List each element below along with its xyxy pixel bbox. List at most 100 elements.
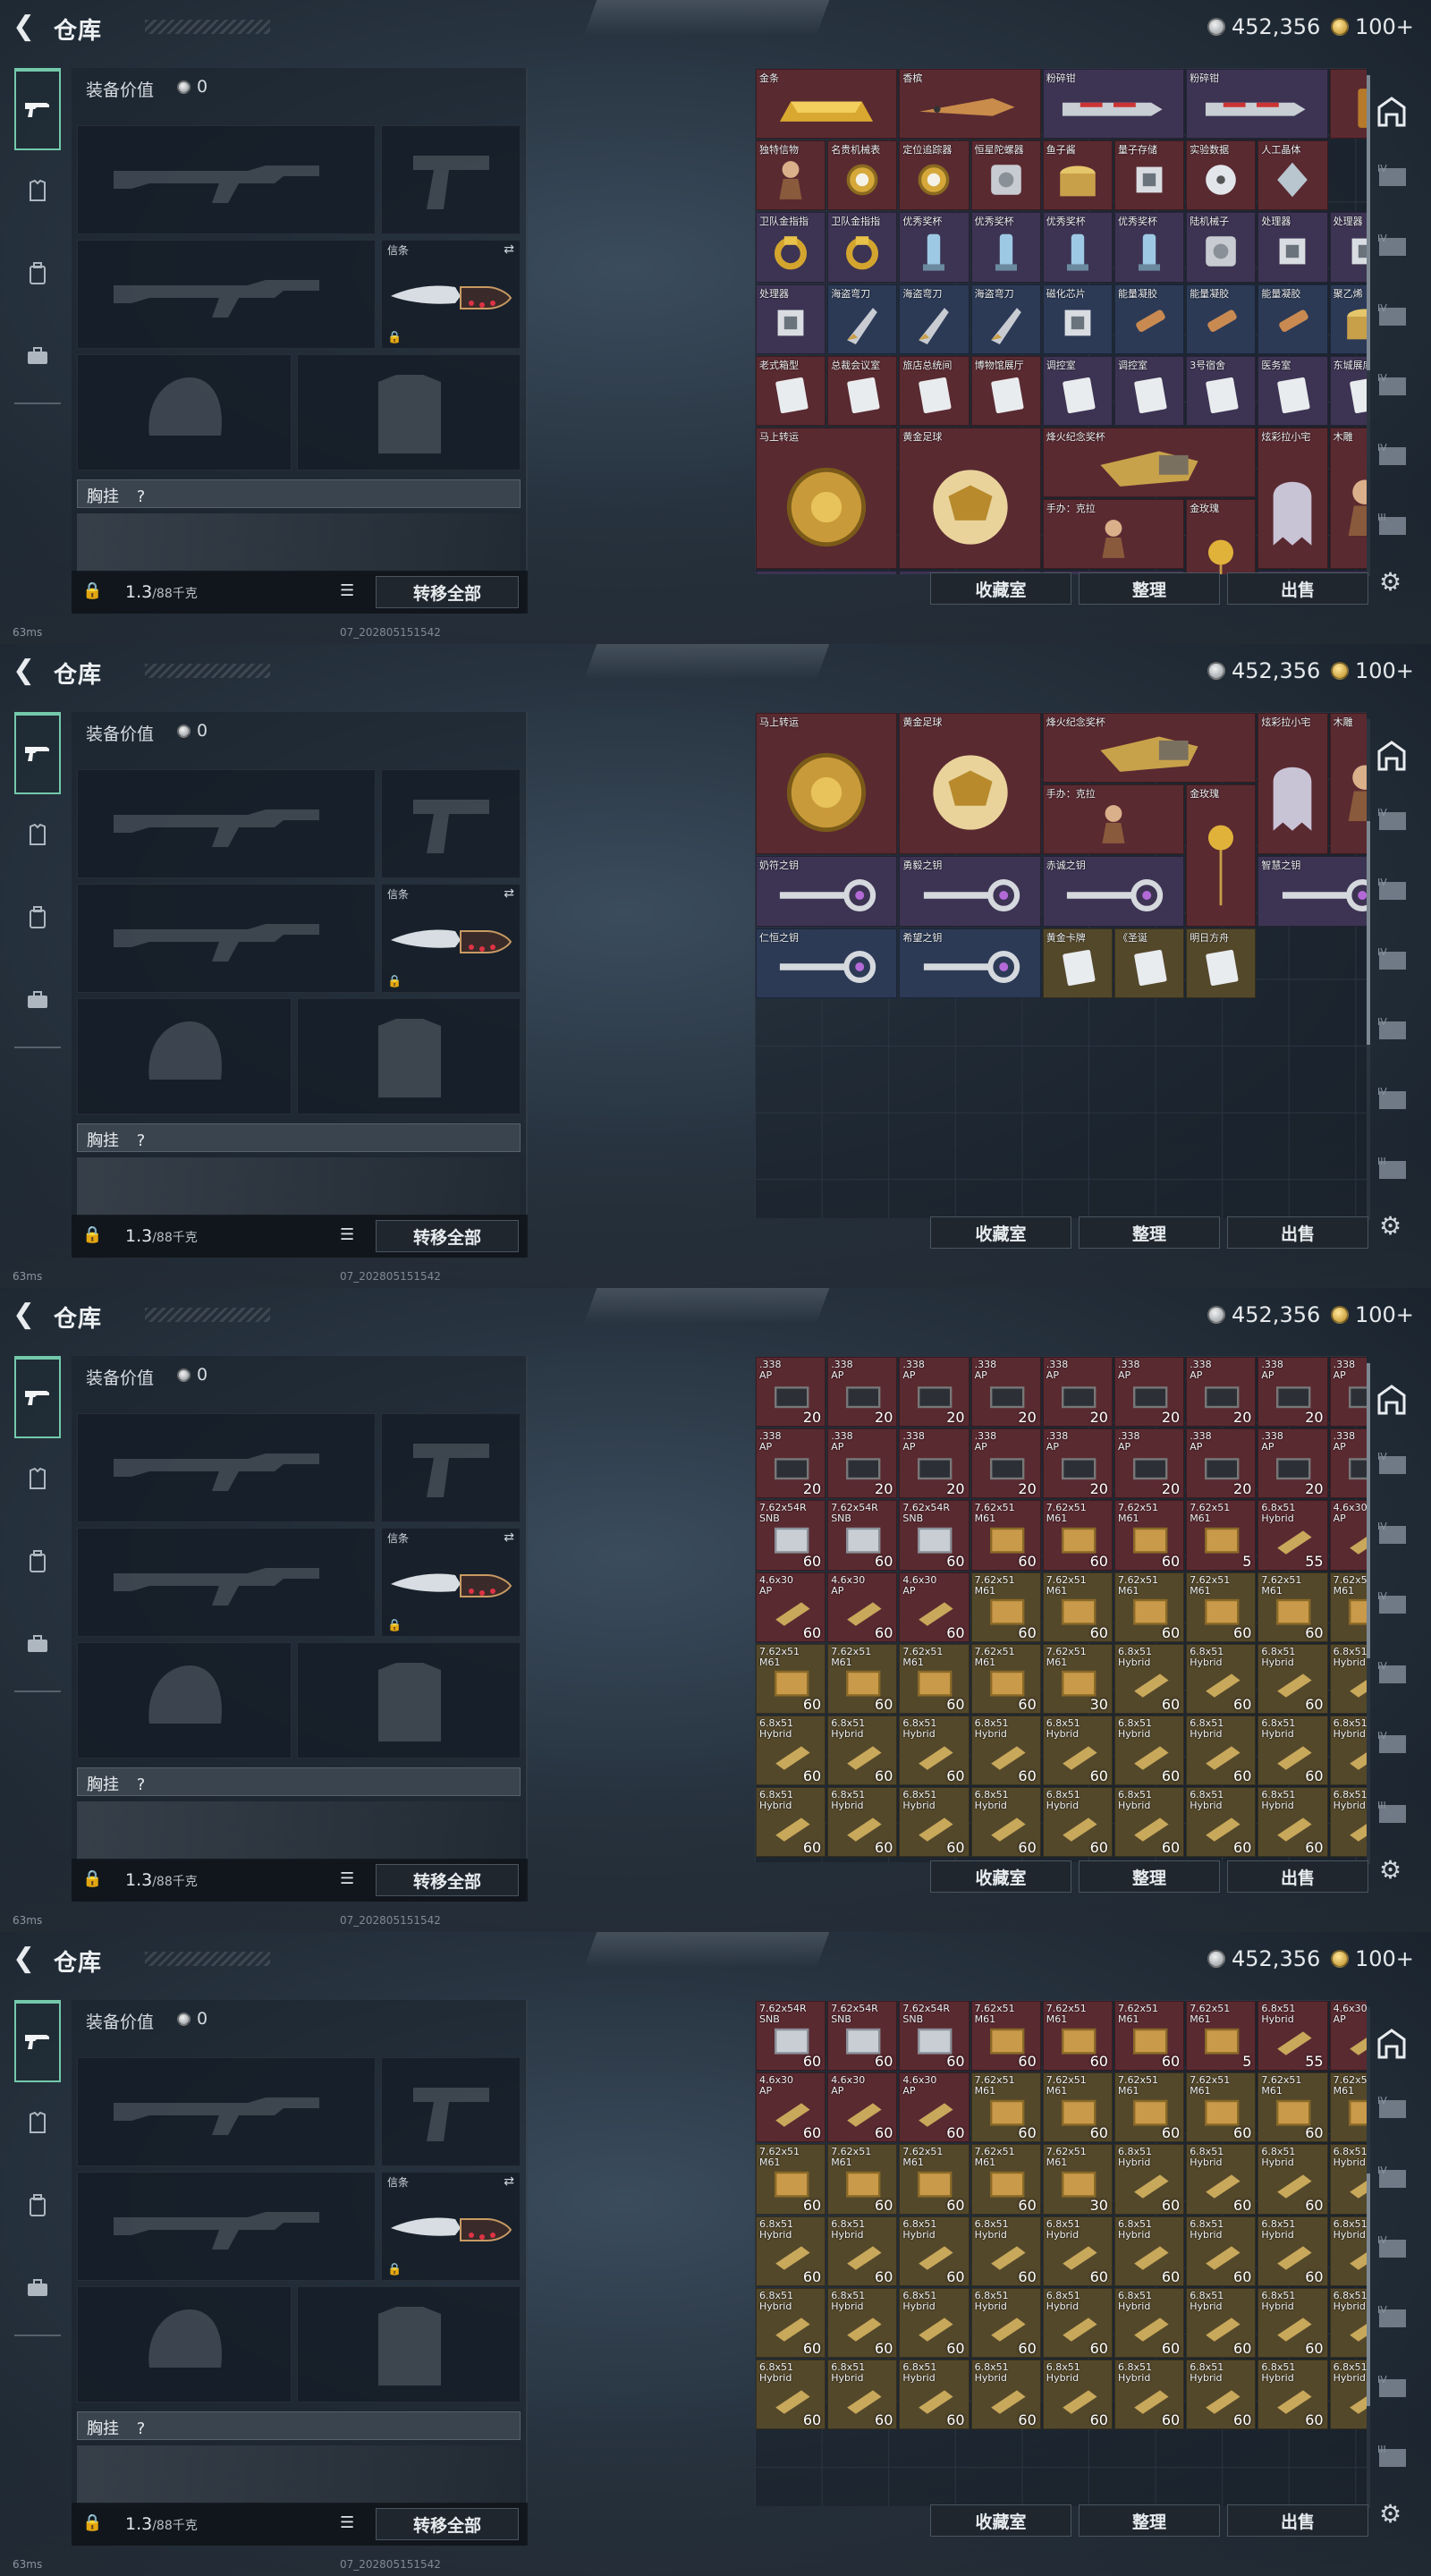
list-icon[interactable]: ☰: [340, 581, 354, 600]
ammo-stack[interactable]: 4.6x30AP60: [899, 1572, 970, 1642]
armor-slot[interactable]: [297, 354, 521, 470]
briefcase-icon[interactable]: [14, 1603, 61, 1685]
stash-item[interactable]: 海盗弯刀: [899, 284, 970, 354]
stash-item[interactable]: 能量凝胶: [1114, 284, 1185, 354]
backpack-icon[interactable]: [14, 233, 61, 315]
ammo-stack[interactable]: 6.8x51Hybrid60: [756, 2360, 826, 2430]
ammo-stack[interactable]: .338AP20: [1114, 1357, 1185, 1428]
ammo-stack[interactable]: 6.8x51Hybrid60: [1114, 1716, 1185, 1786]
ammo-stack[interactable]: 6.8x51Hybrid60: [899, 1787, 970, 1858]
ammo-stack[interactable]: 6.8x51Hybrid60: [1114, 1643, 1185, 1714]
stash-page-5-icon[interactable]: IV: [1374, 442, 1417, 487]
stash-item[interactable]: 烽火纪念奖杯: [1042, 713, 1257, 784]
ammo-stack[interactable]: 7.62x51M6160: [827, 1643, 898, 1714]
stash-item[interactable]: 医务室: [1257, 355, 1328, 426]
ammo-stack[interactable]: 6.8x51Hybrid60: [1114, 2287, 1185, 2358]
stash-page-6-icon[interactable]: III: [1374, 1156, 1417, 1200]
ammo-stack[interactable]: 6.8x51Hybrid60: [1257, 2216, 1328, 2286]
lock-icon[interactable]: 🔒: [82, 1869, 102, 1888]
ammo-stack[interactable]: 6.8x51Hybrid60: [827, 2360, 898, 2430]
armor-slot[interactable]: [297, 998, 521, 1114]
ammo-stack[interactable]: 4.6x30AP60: [1329, 2001, 1367, 2072]
ammo-stack[interactable]: 6.8x51Hybrid60: [970, 2360, 1041, 2430]
sort-button[interactable]: 整理: [1079, 572, 1220, 605]
stash-page-6-icon[interactable]: III: [1374, 2444, 1417, 2488]
ammo-stack[interactable]: .338AP20: [756, 1357, 826, 1428]
briefcase-icon[interactable]: [14, 315, 61, 397]
chevron-left-icon[interactable]: ❮: [13, 13, 39, 41]
secondary-weapon-slot[interactable]: [77, 2172, 376, 2281]
stash-item[interactable]: 赤诚之钥: [1042, 856, 1185, 927]
ammo-stack[interactable]: 6.8x51Hybrid60: [1186, 1643, 1257, 1714]
ammo-stack[interactable]: 6.8x51Hybrid60: [970, 2287, 1041, 2358]
backpack-icon[interactable]: [14, 2165, 61, 2247]
armor-slot[interactable]: [297, 2286, 521, 2402]
scroll-thumb[interactable]: [1367, 821, 1370, 1045]
scroll-thumb[interactable]: [1367, 2174, 1370, 2406]
chest-rig-bar[interactable]: 胸挂 ?: [77, 1123, 521, 1152]
list-icon[interactable]: ☰: [340, 2513, 354, 2532]
chest-rig-slots[interactable]: [77, 1157, 521, 1216]
sidearm-slot[interactable]: [381, 2057, 521, 2166]
transfer-all-button[interactable]: 转移全部: [376, 2508, 519, 2540]
sort-button[interactable]: 整理: [1079, 2504, 1220, 2537]
gold-currency[interactable]: 100+: [1331, 1302, 1414, 1327]
stash-item[interactable]: 烽火纪念奖杯: [1042, 428, 1257, 498]
ammo-stack[interactable]: 6.8x51Hybrid60: [1329, 1787, 1367, 1858]
ammo-stack[interactable]: 7.62x51 M61 30: [1042, 2144, 1113, 2215]
stash-item[interactable]: 黄金足球: [899, 428, 1041, 570]
ammo-stack[interactable]: .338AP20: [1329, 1357, 1367, 1428]
stash-item[interactable]: 香槟: [899, 69, 1041, 140]
stash-page-2-icon[interactable]: IV: [1374, 877, 1417, 921]
ammo-stack[interactable]: 7.62x51M6160: [899, 1643, 970, 1714]
ammo-stack[interactable]: 6.8x51Hybrid60: [970, 1787, 1041, 1858]
ammo-stack[interactable]: 6.8x51Hybrid60: [1114, 1787, 1185, 1858]
ammo-stack[interactable]: 7.62x54R SNB 60: [827, 2001, 898, 2072]
stash-scrollbar[interactable]: [1367, 1363, 1370, 1864]
stash-item[interactable]: 东城展库: [1329, 355, 1367, 426]
ammo-stack[interactable]: 7.62x51M6160: [1042, 1572, 1113, 1642]
stash-item[interactable]: 处理器: [1257, 212, 1328, 283]
lock-icon[interactable]: 🔒: [82, 2513, 102, 2532]
chest-rig-help[interactable]: ?: [137, 487, 146, 506]
stash-item[interactable]: 勇毅之钥: [899, 856, 1041, 927]
ammo-stack[interactable]: 6.8x51 Hybrid 55: [1257, 1500, 1328, 1571]
scroll-thumb[interactable]: [1367, 75, 1370, 370]
ammo-stack[interactable]: .338AP20: [827, 1428, 898, 1499]
stash-page-3-icon[interactable]: IV: [1374, 2234, 1417, 2279]
ammo-stack[interactable]: 6.8x51Hybrid60: [1257, 1643, 1328, 1714]
collection-tab-icon[interactable]: [1374, 93, 1417, 138]
stash-scrollbar[interactable]: [1367, 719, 1370, 1220]
ammo-stack[interactable]: 6.8x51Hybrid60: [1329, 1643, 1367, 1714]
swap-icon[interactable]: ⇄: [504, 886, 514, 901]
ammo-stack[interactable]: 6.8x51Hybrid60: [827, 1716, 898, 1786]
stash-item[interactable]: 手办：克拉: [1042, 784, 1185, 855]
ammo-stack[interactable]: .338AP20: [756, 1428, 826, 1499]
stash-item[interactable]: 奶符之钥: [756, 856, 898, 927]
melee-slot[interactable]: 信条 ⇄ 🔒: [381, 1528, 521, 1637]
armor-icon[interactable]: [14, 150, 61, 233]
stash-page-2-icon[interactable]: IV: [1374, 1521, 1417, 1565]
list-icon[interactable]: ☰: [340, 1869, 354, 1888]
ammo-stack[interactable]: 7.62x51M6160: [756, 1643, 826, 1714]
ammo-stack[interactable]: 7.62x51M6160: [1042, 2072, 1113, 2143]
ammo-stack[interactable]: .338AP20: [827, 1357, 898, 1428]
backpack-icon[interactable]: [14, 1521, 61, 1603]
transfer-all-button[interactable]: 转移全部: [376, 576, 519, 608]
stash-item[interactable]: 卫队金指指: [827, 212, 898, 283]
stash-item[interactable]: 优秀奖杯: [1042, 212, 1113, 283]
ammo-stack[interactable]: 6.8x51Hybrid60: [1329, 2287, 1367, 2358]
ammo-stack[interactable]: 6.8x51Hybrid60: [1257, 2144, 1328, 2215]
swap-icon[interactable]: ⇄: [504, 242, 514, 257]
armor-slot[interactable]: [297, 1642, 521, 1758]
ammo-stack[interactable]: 7.62x51M6160: [970, 1572, 1041, 1642]
stash-item[interactable]: 实验数据: [1186, 140, 1257, 211]
stash-item[interactable]: 黄金足球: [899, 713, 1041, 855]
sidearm-slot[interactable]: [381, 125, 521, 234]
ammo-stack[interactable]: 6.8x51Hybrid60: [1257, 2287, 1328, 2358]
ammo-stack[interactable]: 6.8x51Hybrid60: [970, 2216, 1041, 2286]
helmet-slot[interactable]: [77, 354, 292, 470]
ammo-stack[interactable]: 7.62x51M6160: [1329, 2072, 1367, 2143]
gold-currency[interactable]: 100+: [1331, 14, 1414, 39]
ammo-stack[interactable]: 4.6x30AP60: [1329, 1500, 1367, 1571]
